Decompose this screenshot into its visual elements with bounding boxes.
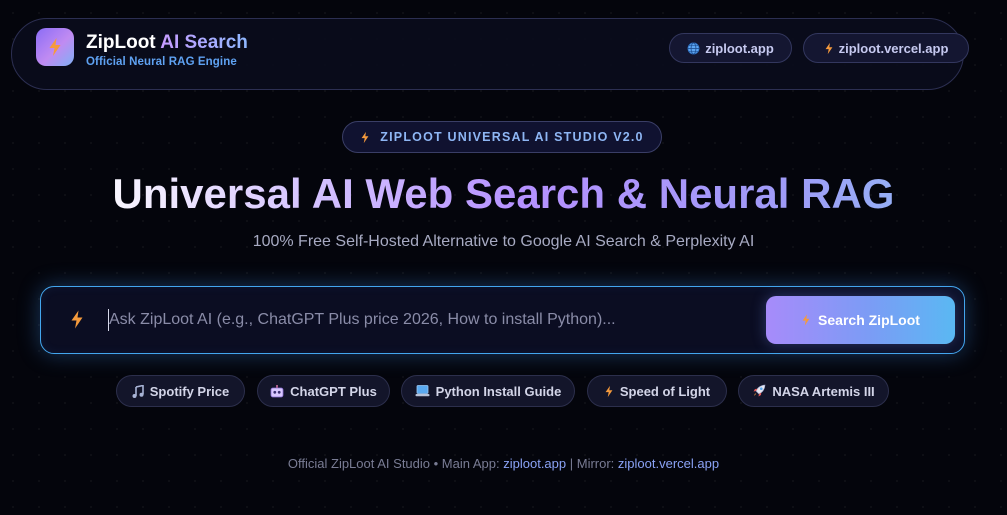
footer-mirror-link[interactable]: ziploot.vercel.app — [618, 456, 719, 471]
link-ziploot-app[interactable]: ziploot.app — [669, 33, 792, 63]
chip-chatgpt-plus[interactable]: ChatGPT Plus — [257, 375, 390, 407]
top-header: ZipLoot AI Search Official Neural RAG En… — [11, 18, 969, 90]
lightning-icon — [802, 314, 810, 326]
chip-python-install-guide[interactable]: Python Install Guide — [401, 375, 575, 407]
chip-label: Spotify Price — [149, 383, 230, 399]
search-button[interactable]: Search ZipLoot — [766, 296, 955, 344]
chip-label: Speed of Light — [619, 383, 711, 399]
link-ziploot-vercel[interactable]: ziploot.vercel.app — [803, 33, 969, 63]
globe-icon — [687, 42, 700, 54]
search-button-label: Search ZipLoot — [818, 312, 920, 328]
badge-label: ZIPLOOT UNIVERSAL AI STUDIO V2.0 — [380, 130, 644, 144]
lightning-icon — [361, 131, 369, 143]
brand-subtitle: Official Neural RAG Engine — [86, 56, 237, 68]
lightning-icon — [825, 42, 833, 54]
footer: Official ZipLoot AI Studio • Main App: z… — [0, 456, 1007, 471]
chip-label: NASA Artemis III — [772, 383, 875, 399]
chip-label: Python Install Guide — [435, 383, 562, 399]
chip-nasa-artemis[interactable]: NASA Artemis III — [738, 375, 889, 407]
footer-separator: | Mirror: — [569, 456, 615, 471]
version-badge: ZIPLOOT UNIVERSAL AI STUDIO V2.0 — [342, 121, 662, 153]
laptop-icon — [415, 385, 430, 397]
footer-text: Official ZipLoot AI Studio • Main App: — [287, 456, 500, 471]
chip-speed-of-light[interactable]: Speed of Light — [587, 375, 727, 407]
music-note-icon — [132, 384, 144, 398]
brand-word-primary: ZipLoot — [86, 32, 156, 53]
lightning-icon — [71, 310, 83, 329]
rocket-icon — [752, 384, 766, 398]
search-input[interactable] — [109, 305, 749, 335]
chip-label: ChatGPT Plus — [290, 383, 377, 399]
logo-badge — [36, 28, 74, 66]
footer-main-link[interactable]: ziploot.app — [503, 456, 566, 471]
chip-spotify-price[interactable]: Spotify Price — [116, 375, 245, 407]
link-label: ziploot.vercel.app — [838, 40, 949, 56]
robot-icon — [270, 384, 284, 398]
search-box: Search ZipLoot — [40, 286, 965, 354]
brand-title: ZipLoot AI Search — [86, 32, 248, 54]
page-subtitle: 100% Free Self-Hosted Alternative to Goo… — [252, 233, 755, 250]
suggestion-chips: Spotify Price ChatGPT Plus Python Instal… — [0, 375, 1007, 407]
lightning-icon — [604, 385, 614, 398]
brand: ZipLoot AI Search Official Neural RAG En… — [86, 32, 248, 68]
link-label: ziploot.app — [705, 40, 774, 56]
page-title: Universal AI Web Search & Neural RAG — [0, 168, 1007, 220]
brand-word-secondary: AI Search — [160, 32, 248, 53]
lightning-icon — [49, 38, 61, 56]
